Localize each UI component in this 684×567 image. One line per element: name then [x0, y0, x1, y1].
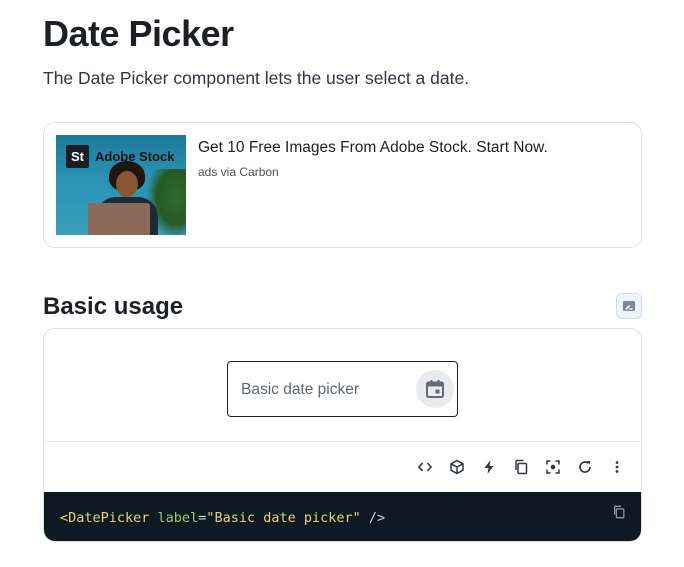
show-source-button[interactable]: [413, 455, 437, 479]
demo-preview-area: Basic date picker: [44, 329, 641, 442]
section-title: Basic usage: [43, 293, 184, 320]
copy-code-icon: [613, 505, 625, 519]
reset-focus-button[interactable]: [541, 455, 565, 479]
adobe-stock-logo-mark: St: [66, 145, 89, 168]
edit-in-codesandbox-button[interactable]: [445, 455, 469, 479]
open-calendar-button[interactable]: [416, 370, 454, 408]
code-block: <DatePicker label="Basic date picker" />: [44, 492, 641, 541]
code-value: "Basic date picker": [206, 510, 361, 526]
focus-icon: [546, 460, 560, 474]
reset-icon: [579, 461, 591, 473]
codesandbox-icon: [450, 459, 464, 475]
carbon-ad[interactable]: St Adobe Stock Get 10 Free Images From A…: [43, 122, 642, 248]
edit-in-stackblitz-button[interactable]: [477, 455, 501, 479]
edit-in-sandbox-icon: [623, 301, 635, 311]
code-tag-close: />: [360, 510, 386, 526]
ad-image[interactable]: St Adobe Stock: [56, 135, 186, 235]
page-description: The Date Picker component lets the user …: [43, 68, 470, 88]
demo-toolbar: [44, 442, 641, 492]
reset-demo-button[interactable]: [573, 455, 597, 479]
calendar-icon: [426, 380, 444, 398]
more-options-button[interactable]: [605, 455, 629, 479]
ad-title-link[interactable]: Get 10 Free Images From Adobe Stock. Sta…: [198, 137, 548, 159]
copy-source-button[interactable]: [509, 455, 533, 479]
adobe-stock-logo-text: Adobe Stock: [95, 149, 175, 164]
stackblitz-icon: [484, 460, 494, 474]
more-icon: [615, 461, 619, 473]
demo-container: Basic date picker <DatePicker label="Bas…: [43, 328, 642, 542]
ad-person-face-shape: [116, 171, 138, 197]
page-title: Date Picker: [43, 13, 234, 54]
date-picker-placeholder: Basic date picker: [241, 381, 360, 398]
copy-icon: [515, 459, 528, 475]
code-icon: [417, 462, 433, 472]
adobe-stock-logo: St Adobe Stock: [66, 145, 174, 168]
code-line: <DatePicker label="Basic date picker" />: [60, 508, 385, 528]
ad-via-carbon-link[interactable]: ads via Carbon: [198, 164, 279, 180]
copy-code-button[interactable]: [611, 504, 627, 520]
edit-in-sandbox-button[interactable]: [616, 293, 642, 319]
code-tag-open: <DatePicker: [60, 510, 150, 526]
basic-date-picker-input[interactable]: Basic date picker: [227, 361, 458, 417]
ad-laptop-shape: [88, 203, 150, 235]
code-attr: label: [157, 510, 199, 526]
